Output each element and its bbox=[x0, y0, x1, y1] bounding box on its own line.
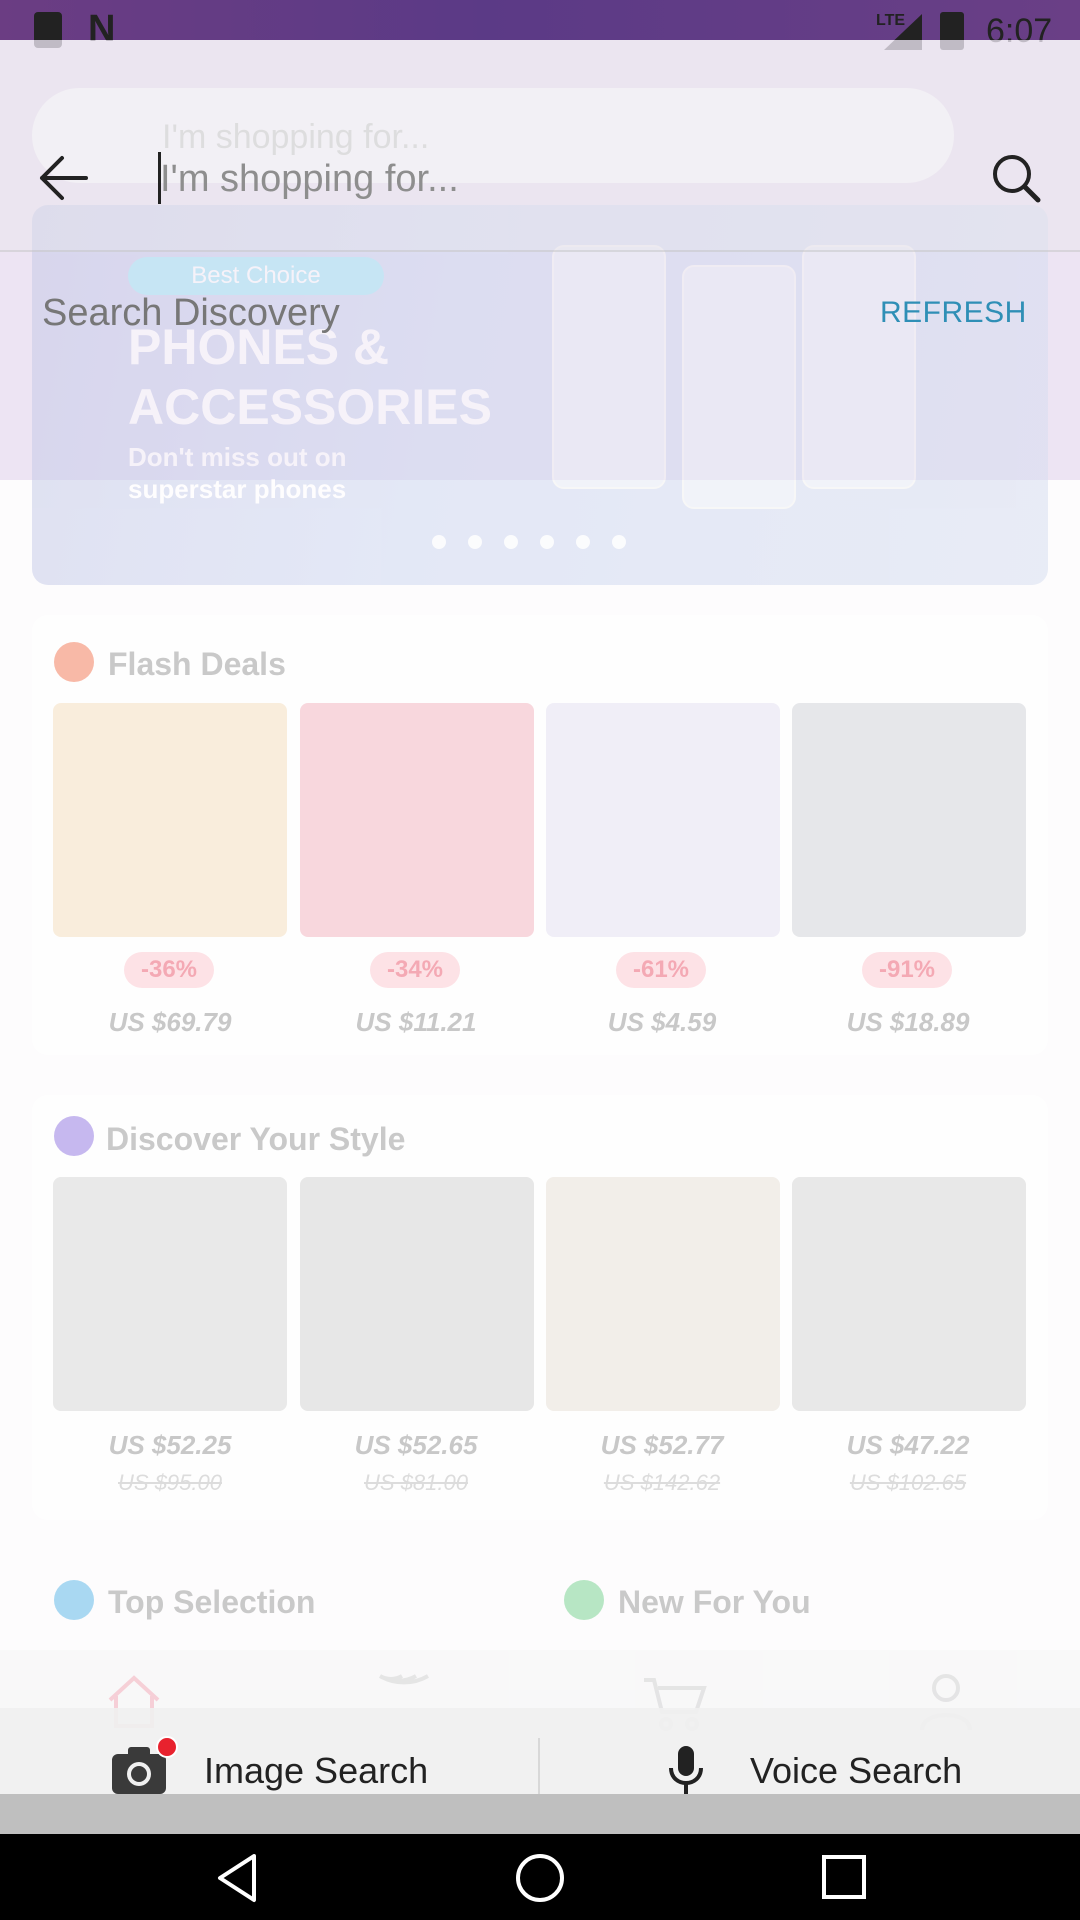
nav-back-icon[interactable] bbox=[210, 1850, 270, 1906]
status-bar: N LTE 6:07 bbox=[0, 0, 1080, 50]
star-icon bbox=[54, 1116, 94, 1156]
product-image bbox=[53, 703, 287, 937]
flash-deals-title: Flash Deals bbox=[108, 646, 286, 682]
carousel-dot bbox=[612, 535, 626, 549]
carousel-dot bbox=[432, 535, 446, 549]
search-icon[interactable] bbox=[988, 150, 1044, 206]
refresh-button[interactable]: REFRESH bbox=[880, 296, 1027, 330]
product-price: US $18.89 bbox=[846, 1007, 970, 1037]
product-image bbox=[300, 703, 534, 937]
search-toolbar bbox=[0, 40, 1080, 252]
product-price: US $52.77 bbox=[600, 1430, 724, 1460]
banner-title-line-2: ACCESSORIES bbox=[128, 379, 492, 435]
carousel-dot bbox=[504, 535, 518, 549]
original-price: US $142.62 bbox=[603, 1470, 721, 1495]
product-price: US $69.79 bbox=[108, 1007, 232, 1037]
product-image bbox=[546, 1177, 780, 1411]
microphone-icon[interactable] bbox=[666, 1744, 706, 1800]
search-input[interactable] bbox=[158, 150, 962, 208]
product-price: US $52.25 bbox=[108, 1430, 232, 1460]
banner-subtitle: Don't miss out on superstar phones bbox=[128, 441, 347, 505]
banner-phone-image bbox=[802, 245, 916, 489]
carousel-dot bbox=[468, 535, 482, 549]
product-price: US $11.21 bbox=[355, 1007, 477, 1037]
back-arrow-icon[interactable] bbox=[32, 148, 96, 208]
heart-icon bbox=[564, 1580, 604, 1620]
banner-subtitle-line-1: Don't miss out on bbox=[128, 442, 347, 472]
discount-badge: -91% bbox=[862, 952, 952, 988]
product-price: US $52.65 bbox=[354, 1430, 478, 1460]
product-image bbox=[53, 1177, 287, 1411]
original-price: US $95.00 bbox=[118, 1470, 222, 1495]
original-price: US $81.00 bbox=[364, 1470, 468, 1495]
discount-badge: -36% bbox=[124, 952, 214, 988]
banner-chip: Best Choice bbox=[128, 257, 384, 295]
banner-title: PHONES & ACCESSORIES bbox=[128, 317, 492, 437]
discount-badge: -34% bbox=[370, 952, 460, 988]
divider bbox=[538, 1738, 540, 1798]
nav-home-icon[interactable] bbox=[510, 1850, 570, 1906]
text-cursor bbox=[158, 152, 161, 204]
discover-style-title: Discover Your Style bbox=[106, 1121, 406, 1157]
carousel-dot bbox=[540, 535, 554, 549]
new-badge-dot bbox=[156, 1736, 178, 1758]
smile-icon bbox=[54, 1580, 94, 1620]
search-discovery-label: Search Discovery bbox=[42, 292, 340, 334]
banner-phone-image bbox=[552, 245, 666, 489]
product-image bbox=[792, 703, 1026, 937]
product-price: US $4.59 bbox=[607, 1007, 717, 1037]
product-image bbox=[300, 1177, 534, 1411]
nav-recents-icon[interactable] bbox=[814, 1850, 874, 1906]
banner-phone-image bbox=[682, 265, 796, 509]
carousel-dots bbox=[432, 535, 626, 549]
image-search-button[interactable]: Image Search bbox=[204, 1750, 428, 1792]
keyboard-gap bbox=[0, 1794, 1080, 1834]
product-image bbox=[546, 703, 780, 937]
carousel-dot bbox=[576, 535, 590, 549]
product-image bbox=[792, 1177, 1026, 1411]
new-for-you-title: New For You bbox=[618, 1584, 811, 1620]
discount-badge: -61% bbox=[616, 952, 706, 988]
top-selection-title: Top Selection bbox=[108, 1584, 316, 1620]
banner-subtitle-line-2: superstar phones bbox=[128, 474, 347, 504]
promo-banner: Best Choice PHONES & ACCESSORIES Don't m… bbox=[32, 205, 1048, 585]
voice-search-button[interactable]: Voice Search bbox=[750, 1750, 962, 1792]
original-price: US $102.65 bbox=[849, 1470, 967, 1495]
product-price: US $47.22 bbox=[846, 1430, 970, 1460]
flash-icon bbox=[54, 642, 94, 682]
